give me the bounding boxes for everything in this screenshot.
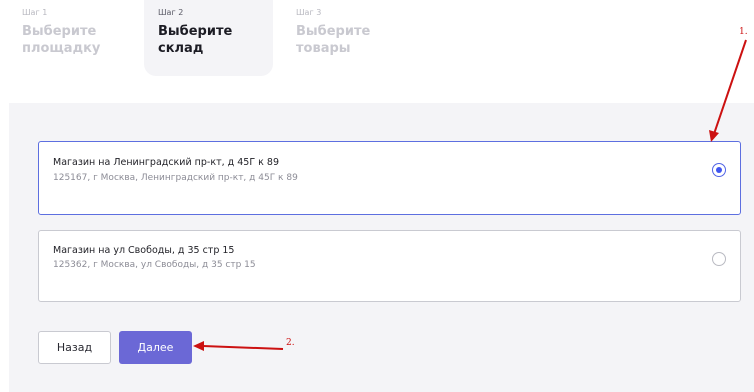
step-1[interactable]: Шаг 1 Выберите площадку (12, 0, 132, 76)
step-title-line-1: Выберите (158, 24, 233, 39)
warehouse-panel: Магазин на Ленинградский пр-кт, д 45Г к … (9, 103, 754, 392)
radio-button[interactable] (712, 252, 726, 266)
annotation-label-2: 2. (286, 338, 295, 348)
annotation-label-1: 1. (739, 27, 748, 37)
warehouse-option-leningradsky[interactable]: Магазин на Ленинградский пр-кт, д 45Г к … (38, 141, 741, 215)
step-title-line-2: склад (158, 41, 204, 56)
step-number: Шаг 2 (158, 8, 184, 17)
warehouse-address: 125167, г Москва, Ленинградский пр-кт, д… (53, 173, 298, 183)
step-title-line-1: Выберите (296, 24, 371, 39)
step-title-line-1: Выберите (22, 24, 97, 39)
step-3[interactable]: Шаг 3 Выберите товары (284, 0, 404, 76)
radio-dot (716, 167, 722, 173)
radio-button-selected[interactable] (712, 163, 726, 177)
step-2[interactable]: Шаг 2 Выберите склад (144, 0, 273, 76)
back-button[interactable]: Назад (38, 331, 111, 364)
warehouse-option-svobody[interactable]: Магазин на ул Свободы, д 35 стр 15 12536… (38, 230, 741, 302)
next-button[interactable]: Далее (119, 331, 192, 364)
warehouse-title: Магазин на Ленинградский пр-кт, д 45Г к … (53, 157, 279, 168)
step-number: Шаг 3 (296, 8, 322, 17)
step-number: Шаг 1 (22, 8, 48, 17)
step-title-line-2: товары (296, 41, 351, 56)
step-title-line-2: площадку (22, 41, 101, 56)
warehouse-title: Магазин на ул Свободы, д 35 стр 15 (53, 245, 235, 256)
warehouse-address: 125362, г Москва, ул Свободы, д 35 стр 1… (53, 260, 256, 270)
